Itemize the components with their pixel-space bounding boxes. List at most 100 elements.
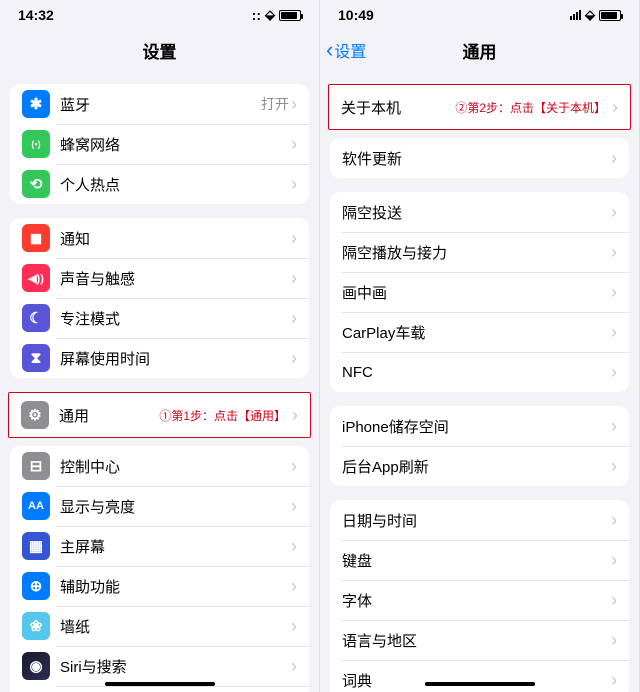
row-about[interactable]: 关于本机 ②第2步：点击【关于本机】 › [329,85,630,129]
chevron-right-icon: › [291,269,297,287]
row-label: 通知 [60,228,291,249]
row-label: 日期与时间 [342,510,611,531]
row-screentime[interactable]: ⧗ 屏幕使用时间 › [10,338,309,378]
row-dictionary[interactable]: 词典 › [330,660,629,692]
row-sounds[interactable]: ◀)) 声音与触感 › [10,258,309,298]
antenna-icon: (•) [22,130,50,158]
switches-icon: ⊟ [22,452,50,480]
row-label: 专注模式 [60,308,291,329]
row-fonts[interactable]: 字体 › [330,580,629,620]
status-time: 10:49 [338,7,374,23]
row-label: 显示与亮度 [60,496,291,517]
bluetooth-icon: ✱ [22,90,50,118]
cellular-icon [570,10,581,20]
row-siri[interactable]: ◉ Siri与搜索 › [10,646,309,686]
row-label: 蓝牙 [60,94,261,115]
row-display[interactable]: AA 显示与亮度 › [10,486,309,526]
chevron-left-icon: ‹ [326,39,333,61]
phone-general: 10:49 ⬙ ‹ 设置 通用 关于本机 ②第2步：点击【关于本机】 › 软件更… [320,0,640,692]
back-button[interactable]: ‹ 设置 [326,38,366,62]
chevron-right-icon: › [291,497,297,515]
row-label: 屏幕使用时间 [60,348,291,369]
grid-icon: ▦ [22,532,50,560]
row-general[interactable]: ⚙ 通用 ①第1步：点击【通用】 › [9,393,310,437]
row-label: 隔空投送 [342,202,611,223]
chevron-right-icon: › [611,551,617,569]
battery-icon [279,10,301,21]
chevron-right-icon: › [611,203,617,221]
row-label: NFC [342,364,611,381]
row-label: Siri与搜索 [60,656,291,677]
chevron-right-icon: › [611,417,617,435]
row-faceid[interactable]: ☻ 面容ID与密码 › [10,686,309,692]
row-controlcenter[interactable]: ⊟ 控制中心 › [10,446,309,486]
siri-icon: ◉ [22,652,50,680]
row-label: 词典 [342,670,611,691]
moon-icon: ☾ [22,304,50,332]
row-airplay[interactable]: 隔空播放与接力 › [330,232,629,272]
chevron-right-icon: › [291,349,297,367]
chevron-right-icon: › [611,283,617,301]
phone-settings: 14:32 :: ⬙ 设置 ✱ 蓝牙 打开 › (•) 蜂窝网络 › ⟲ 个人热… [0,0,320,692]
row-label: CarPlay车载 [342,322,611,343]
row-label: 键盘 [342,550,611,571]
row-label: 关于本机 [341,97,455,118]
row-pip[interactable]: 画中画 › [330,272,629,312]
chevron-right-icon: › [291,617,297,635]
status-indicators: :: ⬙ [252,7,301,23]
row-keyboard[interactable]: 键盘 › [330,540,629,580]
home-indicator[interactable] [105,682,215,686]
row-label: 隔空播放与接力 [342,242,611,263]
row-label: 后台App刷新 [342,456,611,477]
status-time: 14:32 [18,7,54,23]
row-notifications[interactable]: ◼ 通知 › [10,218,309,258]
speaker-icon: ◀)) [22,264,50,292]
wifi-icon: ⬙ [265,7,275,23]
back-label: 设置 [334,38,366,62]
page-title: 设置 [143,38,177,63]
flower-icon: ❀ [22,612,50,640]
bell-icon: ◼ [22,224,50,252]
chevron-right-icon: › [291,657,297,675]
row-refresh[interactable]: 后台App刷新 › [330,446,629,486]
row-carplay[interactable]: CarPlay车载 › [330,312,629,352]
row-label: 墙纸 [60,616,291,637]
row-wallpaper[interactable]: ❀ 墙纸 › [10,606,309,646]
row-hotspot[interactable]: ⟲ 个人热点 › [10,164,309,204]
highlight-general: ⚙ 通用 ①第1步：点击【通用】 › [8,392,311,438]
row-home[interactable]: ▦ 主屏幕 › [10,526,309,566]
row-accessibility[interactable]: ⊕ 辅助功能 › [10,566,309,606]
chevron-right-icon: › [291,577,297,595]
row-label: 语言与地区 [342,630,611,651]
status-bar: 14:32 :: ⬙ [0,0,319,30]
chevron-right-icon: › [611,323,617,341]
step-annotation: ②第2步：点击【关于本机】 [455,99,606,116]
chevron-right-icon: › [611,631,617,649]
home-indicator[interactable] [425,682,535,686]
dual-sim-icon: :: [252,7,261,23]
chevron-right-icon: › [291,175,297,193]
chevron-right-icon: › [291,309,297,327]
row-label: 个人热点 [60,174,291,195]
page-title: 通用 [463,38,497,63]
row-label: 字体 [342,590,611,611]
hourglass-icon: ⧗ [22,344,50,372]
status-indicators: ⬙ [570,7,621,23]
general-list[interactable]: 关于本机 ②第2步：点击【关于本机】 › 软件更新 › 隔空投送 › 隔空播放与… [320,70,639,692]
row-label: iPhone储存空间 [342,416,611,437]
row-cellular[interactable]: (•) 蜂窝网络 › [10,124,309,164]
chevron-right-icon: › [291,457,297,475]
chevron-right-icon: › [291,95,297,113]
row-storage[interactable]: iPhone储存空间 › [330,406,629,446]
row-bluetooth[interactable]: ✱ 蓝牙 打开 › [10,84,309,124]
row-update[interactable]: 软件更新 › [330,138,629,178]
settings-list[interactable]: ✱ 蓝牙 打开 › (•) 蜂窝网络 › ⟲ 个人热点 › ◼ 通知 › [0,70,319,692]
row-airdrop[interactable]: 隔空投送 › [330,192,629,232]
row-language[interactable]: 语言与地区 › [330,620,629,660]
row-datetime[interactable]: 日期与时间 › [330,500,629,540]
row-label: 主屏幕 [60,536,291,557]
row-label: 辅助功能 [60,576,291,597]
row-nfc[interactable]: NFC › [330,352,629,392]
gear-icon: ⚙ [21,401,49,429]
row-focus[interactable]: ☾ 专注模式 › [10,298,309,338]
